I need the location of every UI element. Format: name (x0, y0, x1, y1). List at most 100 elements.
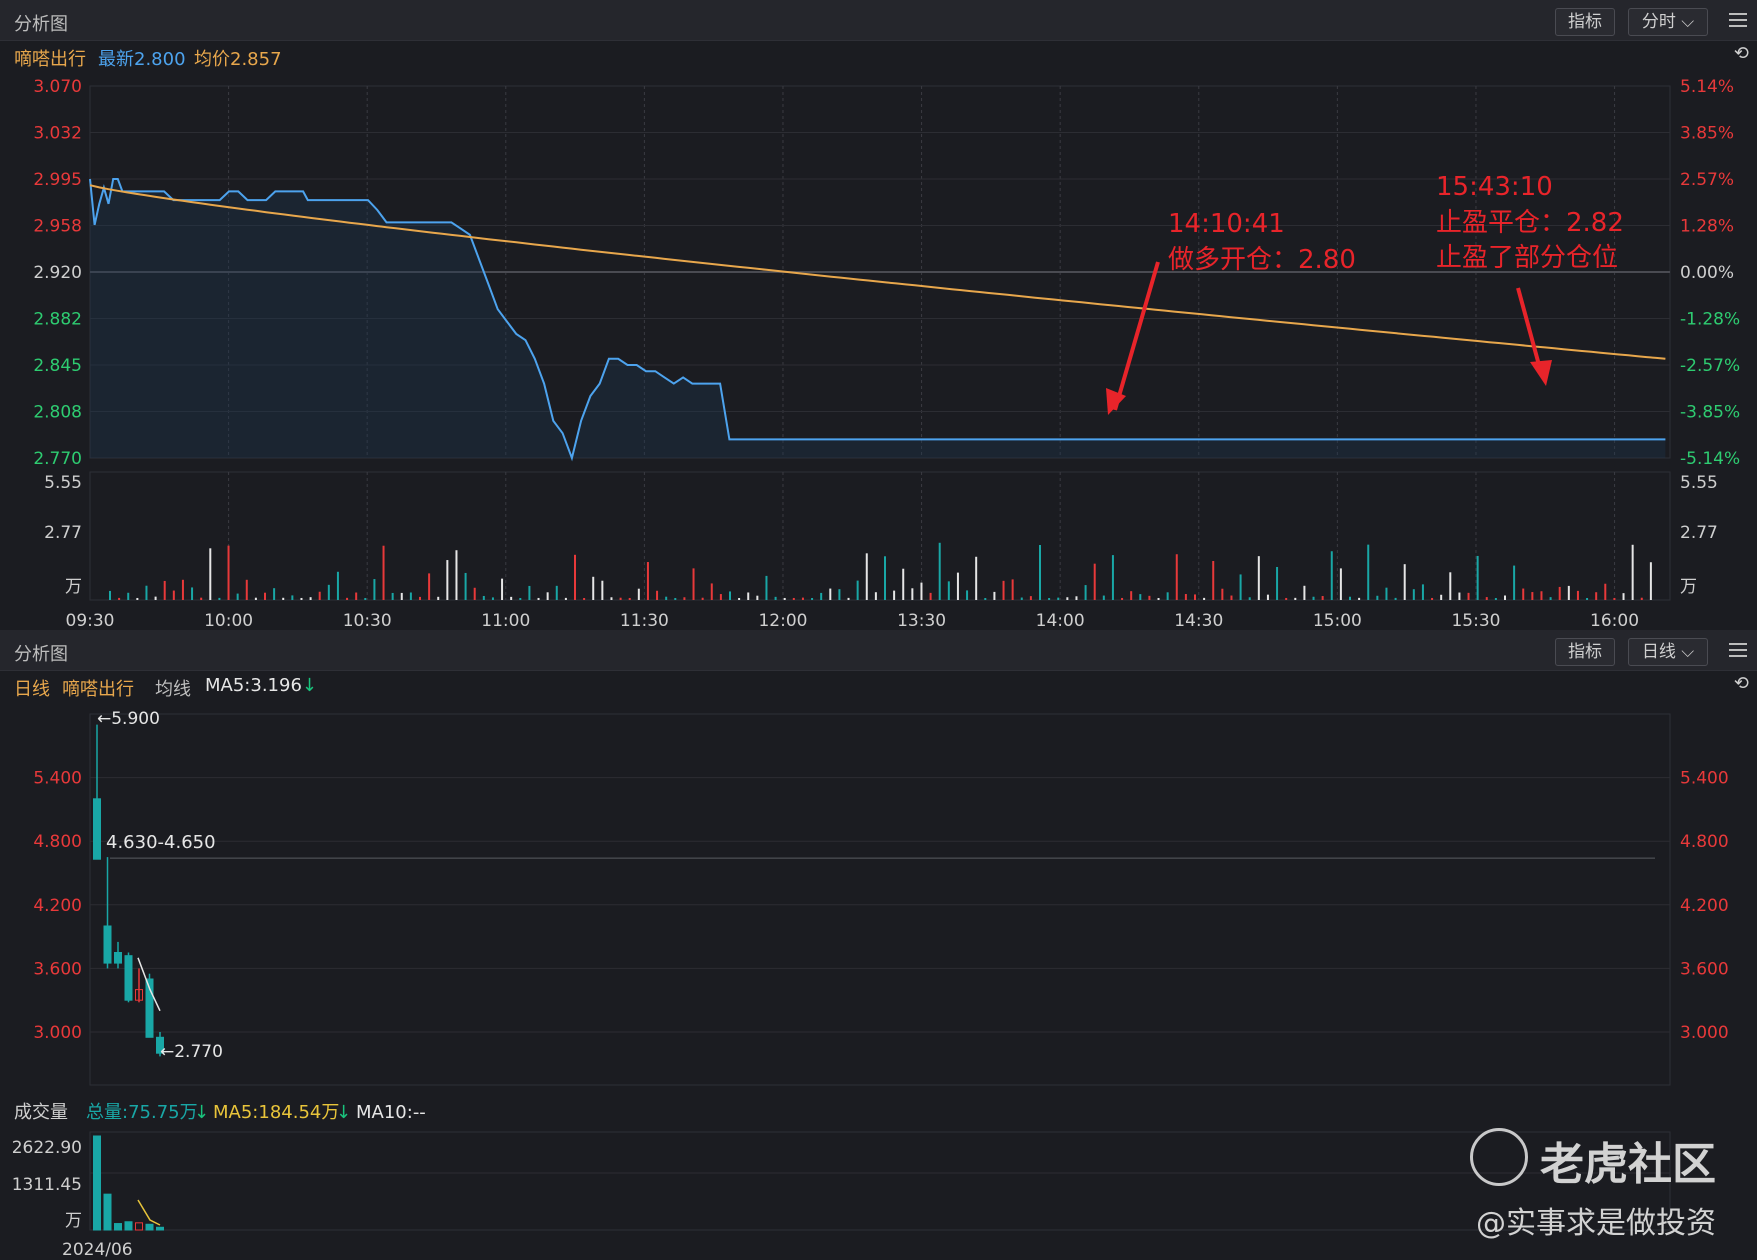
volume-bar (114, 1223, 122, 1231)
top-menu-icon[interactable] (1729, 9, 1747, 31)
y-tick-right: 4.200 (1680, 896, 1729, 916)
x-tick-label: 11:30 (620, 611, 669, 630)
volume-bar (103, 1193, 112, 1231)
volume-bar (135, 1222, 143, 1231)
annotation-text-1: 做多开仓：2.80 (1168, 245, 1356, 275)
candle-body (93, 798, 101, 860)
ma5-down-arrow-icon: ↓ (301, 675, 317, 696)
y-tick-left: 3.032 (33, 124, 82, 144)
bottom-stock-name: 嘀嗒出行 (62, 679, 134, 700)
y-tick-left: 5.400 (33, 769, 82, 789)
y-tick-right: -2.57% (1680, 356, 1740, 376)
volume-bar (145, 1223, 154, 1231)
y-tick-left: 3.600 (33, 959, 82, 979)
x-tick-label: 09:30 (66, 611, 115, 630)
top-panel-title: 分析图 (14, 14, 68, 35)
vol-tick-left: 万 (65, 577, 82, 597)
vol-tick-left: 万 (65, 1211, 82, 1231)
ma5-text: MA5:3.196 (205, 675, 302, 696)
vol-tick-left: 5.55 (44, 473, 82, 493)
vol-plot-frame (89, 1131, 1671, 1231)
date-label: 2024/06 (62, 1240, 133, 1260)
volume-bar (156, 1226, 164, 1231)
bottom-panel-header: 分析图 指标 日线 ⌵ (0, 630, 1757, 671)
bottom-period-dropdown[interactable]: 日线 ⌵ (1628, 638, 1708, 666)
x-tick-label: 12:00 (758, 611, 807, 630)
y-tick-left: 4.200 (33, 896, 82, 916)
volume-bar (124, 1221, 133, 1231)
vol-tick-left: 1311.45 (12, 1175, 82, 1195)
vol-tick-left: 2.77 (44, 523, 82, 543)
candle-body (103, 925, 112, 964)
volume-bar (93, 1135, 101, 1231)
vol-ma5-line (137, 1199, 161, 1226)
vol-tick-right: 2.77 (1680, 523, 1718, 543)
y-tick-right: -3.85% (1680, 403, 1740, 423)
y-tick-left: 2.882 (33, 310, 82, 330)
bottom-reset-icon[interactable]: ⟲ (1734, 673, 1749, 694)
y-tick-left: 2.808 (33, 403, 82, 423)
vol-total-down-arrow-icon: ↓ (194, 1102, 209, 1123)
x-tick-label: 16:00 (1590, 611, 1639, 630)
x-tick-label: 11:00 (481, 611, 530, 630)
arrowhead-icon (1530, 360, 1552, 386)
y-tick-right: 3.85% (1680, 124, 1734, 144)
bottom-infobar: 日线 嘀嗒出行 均线 MA5:3.196↓ ⟲ (0, 671, 1757, 701)
ma5-value: MA5:3.196↓ (205, 675, 317, 696)
vol-ma5: MA5:184.54万 (213, 1102, 339, 1123)
y-tick-left: 2.845 (33, 356, 82, 376)
y-tick-right: 3.000 (1680, 1023, 1729, 1043)
y-tick-left: 3.000 (33, 1023, 82, 1043)
y-tick-left: 2.770 (33, 449, 82, 469)
y-tick-right: 3.600 (1680, 959, 1729, 979)
y-tick-left: 2.995 (33, 170, 82, 190)
vol-ma5-down-arrow-icon: ↓ (336, 1102, 351, 1123)
watermark-logo (1470, 1128, 1528, 1186)
watermark-handle: @实事求是做投资 (1476, 1206, 1716, 1241)
x-tick-label: 14:30 (1174, 611, 1223, 630)
x-tick-label: 10:30 (343, 611, 392, 630)
x-tick-label: 15:30 (1451, 611, 1500, 630)
top-period-dropdown[interactable]: 分时 ⌵ (1628, 8, 1708, 36)
annotation-time-1: 14:10:41 (1168, 209, 1285, 239)
top-panel-header: 分析图 指标 分时 ⌵ (0, 0, 1757, 41)
watermark-brand: 老虎社区 (1540, 1139, 1716, 1190)
candle-body (114, 952, 122, 964)
candle-body (124, 955, 133, 1001)
intraday-chart: 09:30 10:00 10:30 11:00 11:30 12:00 13:30 14:00… (33, 77, 1740, 630)
annotation-text-2: 止盈平仓：2.82 (1436, 208, 1624, 238)
arrowhead-icon (1106, 388, 1126, 415)
vol-tick-right: 万 (1680, 577, 1697, 597)
volume-plot-frame (89, 471, 1671, 601)
latest-price: 最新2.800 (98, 49, 186, 70)
y-tick-right: 1.28% (1680, 217, 1734, 237)
vol-title: 成交量 (14, 1102, 68, 1123)
low-label: ←2.770 (160, 1042, 223, 1062)
vol-tick-left: 2622.90 (12, 1138, 82, 1158)
stock-name: 嘀嗒出行 (14, 49, 86, 70)
reset-icon[interactable]: ⟲ (1734, 43, 1749, 64)
y-tick-right: 0.00% (1680, 263, 1734, 283)
y-tick-left: 2.958 (33, 217, 82, 237)
vol-total: 总量:75.75万 (86, 1102, 198, 1123)
gap-label: 4.630-4.650 (106, 832, 216, 853)
bottom-menu-icon[interactable] (1729, 639, 1747, 661)
x-tick-label: 13:30 (897, 611, 946, 630)
bottom-indicator-button[interactable]: 指标 (1555, 638, 1615, 666)
y-tick-left: 3.070 (33, 77, 82, 97)
kline-plot-frame (89, 713, 1671, 1086)
annotation-arrow-1 (1113, 261, 1160, 411)
period-label: 日线 (14, 679, 50, 700)
y-tick-right: -5.14% (1680, 449, 1740, 469)
top-indicator-button[interactable]: 指标 (1555, 8, 1615, 36)
vol-ma10: MA10:-- (356, 1102, 426, 1123)
y-tick-right: 2.57% (1680, 170, 1734, 190)
ma-label: 均线 (155, 679, 191, 700)
annotation-time-2: 15:43:10 (1436, 172, 1553, 202)
x-tick-label: 15:00 (1313, 611, 1362, 630)
y-tick-right: 4.800 (1680, 832, 1729, 852)
x-tick-label: 14:00 (1036, 611, 1085, 630)
avg-price: 均价2.857 (194, 49, 282, 70)
annotation-text-2b: 止盈了部分仓位 (1436, 243, 1618, 273)
y-tick-right: 5.14% (1680, 77, 1734, 97)
